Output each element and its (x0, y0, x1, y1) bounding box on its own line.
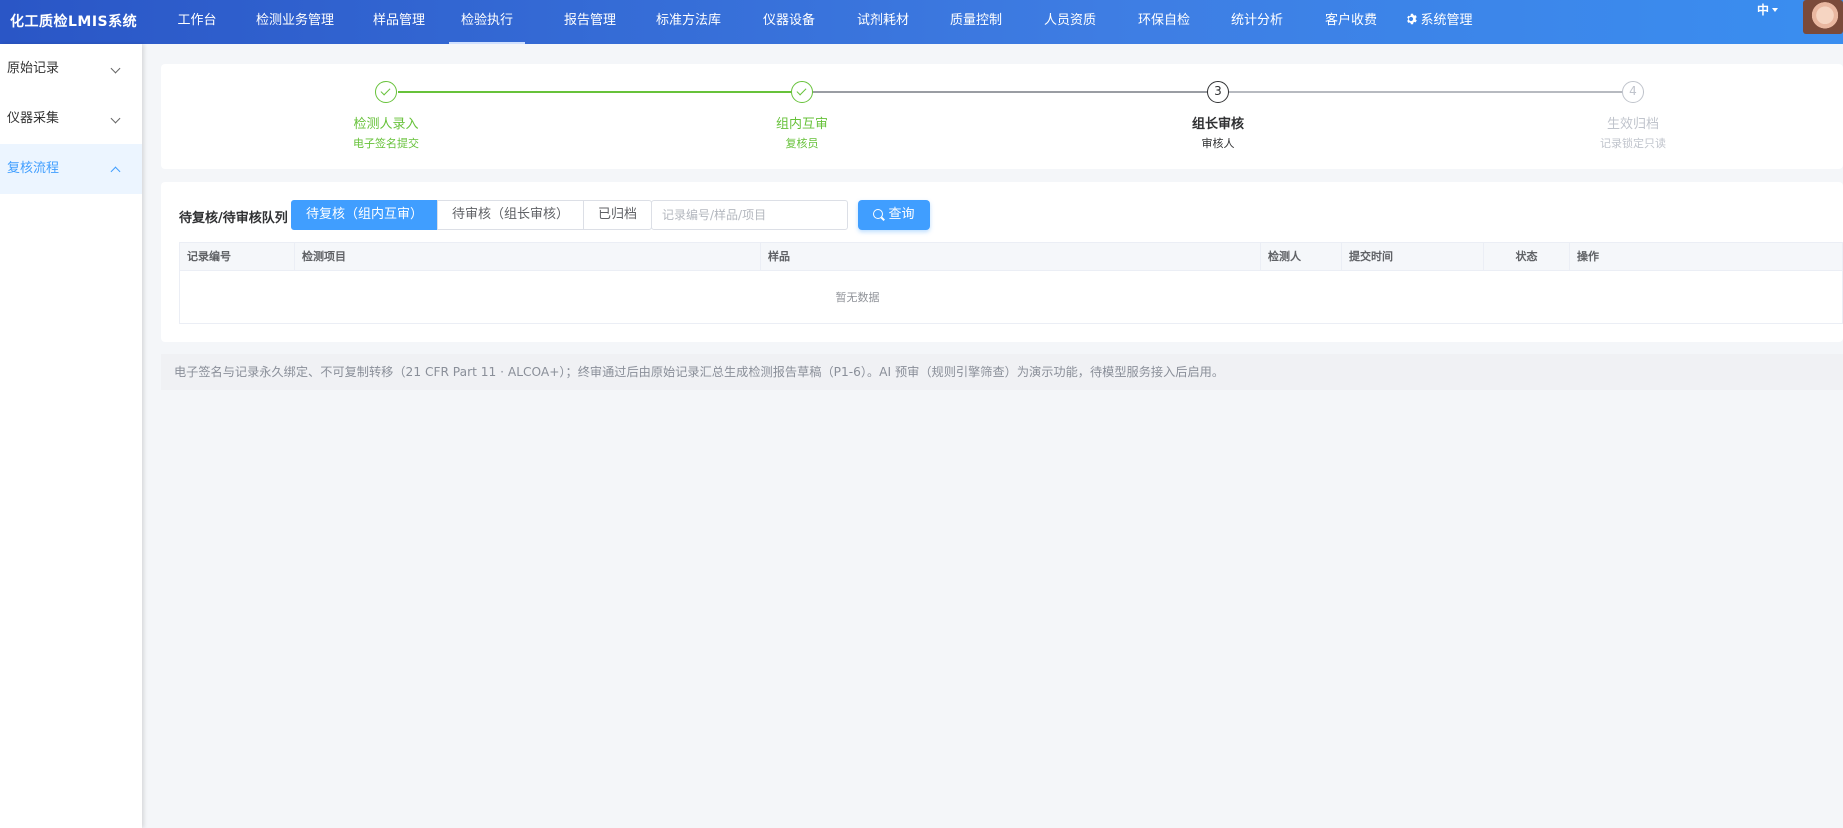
step-1-check-icon (375, 81, 397, 103)
sidebar: 原始记录 仪器采集 复核流程 (0, 44, 142, 828)
query-button[interactable]: 查询 (858, 200, 930, 230)
sidebar-item-label: 仪器采集 (7, 111, 60, 126)
column-sample[interactable]: 样品 (761, 243, 1261, 271)
chevron-down-icon (110, 63, 121, 74)
empty-state: 暂无数据 (835, 291, 880, 304)
sidebar-item-raw-records[interactable]: 原始记录 (0, 44, 142, 94)
nav-item-statistics[interactable]: 统计分析 (1230, 0, 1284, 44)
sidebar-item-instrument-collection[interactable]: 仪器采集 (0, 94, 142, 144)
step-2-check-icon (791, 81, 813, 103)
step-3-title: 组长审核 (1191, 117, 1244, 132)
nav-item-instruments[interactable]: 仪器设备 (762, 0, 816, 44)
chevron-down-icon (110, 113, 121, 124)
review-table: 记录编号 检测项目 样品 检测人 提交时间 状态 操作 暂无数据 (179, 242, 1843, 324)
tab-pending-peer-review[interactable]: 待复核（组内互审） (291, 200, 439, 230)
sidebar-item-label: 复核流程 (7, 161, 60, 176)
gear-icon (1407, 13, 1418, 25)
search-input[interactable] (651, 200, 848, 230)
step-connector-2 (813, 91, 1229, 93)
step-1-title: 检测人录入 (353, 117, 419, 132)
nav-item-personnel[interactable]: 人员资质 (1043, 0, 1097, 44)
nav-item-environmental[interactable]: 环保自检 (1137, 0, 1191, 44)
tab-archived[interactable]: 已归档 (583, 200, 653, 230)
step-4-title: 生效归档 (1606, 117, 1659, 132)
review-queue: 待复核/待审核队列 待复核（组内互审） 待审核（组长审核） 已归档 查询 记录编… (161, 182, 1843, 342)
top-navbar: 化工质检LMIS系统 工作台 检测业务管理 样品管理 检验执行 报告管理 标准方… (0, 0, 1843, 44)
step-4-number: 4 (1622, 81, 1644, 103)
column-record-id[interactable]: 记录编号 (180, 243, 295, 271)
nav-item-customer-billing[interactable]: 客户收费 (1324, 0, 1378, 44)
sidebar-item-review-process[interactable]: 复核流程 (0, 144, 142, 194)
nav-item-testing-business[interactable]: 检测业务管理 (255, 0, 335, 44)
review-steps: 3 4 检测人录入 电子签名提交 组内互审 复核员 组长审核 审核人 生效归档 … (161, 64, 1843, 169)
step-connector-3 (1229, 91, 1644, 93)
step-4-desc: 记录锁定只读 (1600, 137, 1666, 150)
step-3-desc: 审核人 (1201, 137, 1235, 150)
nav-item-standard-methods[interactable]: 标准方法库 (655, 0, 722, 44)
step-2-title: 组内互审 (775, 117, 828, 132)
table-header: 记录编号 检测项目 样品 检测人 提交时间 状态 操作 (180, 243, 1842, 271)
nav-item-reagents[interactable]: 试剂耗材 (856, 0, 910, 44)
queue-label: 待复核/待审核队列 (179, 211, 288, 226)
column-submit-time[interactable]: 提交时间 (1342, 243, 1484, 271)
caret-down-icon (1772, 8, 1779, 12)
step-3-number: 3 (1207, 81, 1229, 103)
nav-item-sample-management[interactable]: 样品管理 (372, 0, 426, 44)
sidebar-item-label: 原始记录 (7, 61, 60, 76)
nav-item-inspection-execution[interactable]: 检验执行 (449, 0, 525, 44)
column-actions[interactable]: 操作 (1570, 243, 1843, 271)
column-tester[interactable]: 检测人 (1261, 243, 1342, 271)
app-title: 化工质检LMIS系统 (10, 14, 138, 30)
nav-item-system-management-label: 系统管理 (1420, 13, 1473, 28)
query-button-label: 查询 (888, 207, 915, 222)
tab-pending-leader-review[interactable]: 待审核（组长审核） (437, 200, 585, 230)
compliance-notice: 电子签名与记录永久绑定、不可复制转移（21 CFR Part 11 · ALCO… (161, 354, 1843, 390)
language-switch[interactable]: 中 (1757, 0, 1779, 20)
column-status[interactable]: 状态 (1484, 243, 1570, 271)
nav-item-system-management[interactable]: 系统管理 (1402, 0, 1476, 44)
queue-tabs: 待复核（组内互审） 待审核（组长审核） 已归档 (291, 200, 653, 230)
step-2-desc: 复核员 (785, 137, 819, 150)
step-connector-1 (398, 91, 813, 93)
search-icon (873, 209, 884, 219)
chevron-up-icon (110, 166, 121, 177)
nav-item-workbench[interactable]: 工作台 (177, 0, 217, 44)
nav-item-quality-control[interactable]: 质量控制 (949, 0, 1003, 44)
language-label: 中 (1757, 3, 1770, 17)
user-avatar[interactable] (1803, 0, 1843, 34)
nav-item-report-management[interactable]: 报告管理 (562, 0, 618, 44)
column-test-item[interactable]: 检测项目 (295, 243, 761, 271)
step-1-desc: 电子签名提交 (353, 137, 419, 150)
